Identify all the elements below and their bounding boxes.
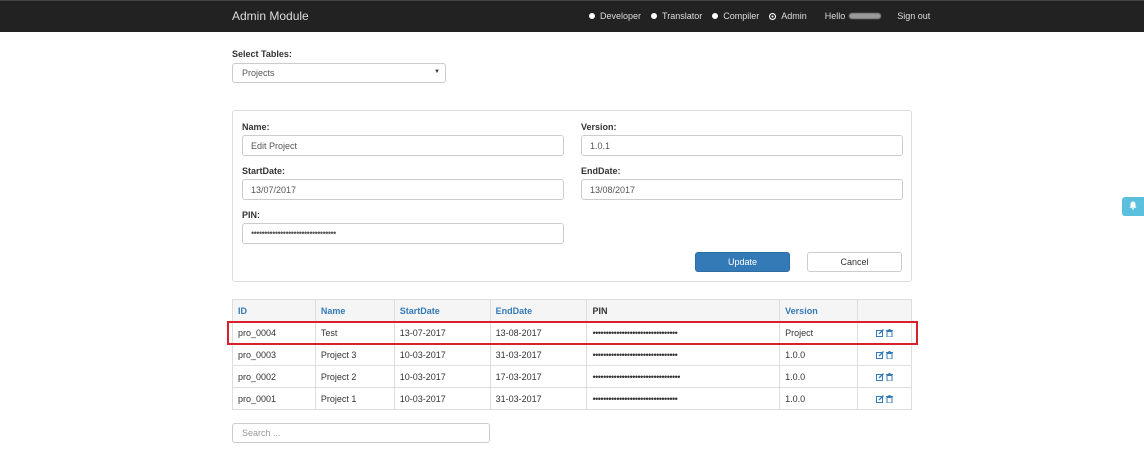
header-pin: PIN xyxy=(586,299,781,322)
cell-version: 1.0.0 xyxy=(779,343,859,366)
role-compiler[interactable]: Compiler xyxy=(712,11,759,21)
radio-translator[interactable] xyxy=(651,13,658,19)
header-id[interactable]: ID xyxy=(232,299,316,322)
top-navbar: Admin Module Developer Translator Compil… xyxy=(0,0,1144,32)
cell-enddate: 13-08-2017 xyxy=(489,321,588,344)
edit-icon[interactable] xyxy=(876,373,884,381)
brand-title: Admin Module xyxy=(232,9,309,23)
cell-startdate: 10-03-2017 xyxy=(393,387,491,410)
hello-text: Hello xyxy=(824,11,846,21)
cell-pin: ••••••••••••••••••••••••••••••••• xyxy=(586,365,781,388)
end-date-value: 13/08/2017 xyxy=(590,185,636,195)
nav-right: Developer Translator Compiler Admin Hell… xyxy=(589,11,930,21)
name-label: Name: xyxy=(242,122,270,132)
header-actions xyxy=(857,299,912,322)
trash-icon[interactable] xyxy=(886,373,894,381)
header-name[interactable]: Name xyxy=(314,299,395,322)
sign-out-link[interactable]: Sign out xyxy=(897,11,930,21)
edit-icon[interactable] xyxy=(876,351,884,359)
cell-version: Project xyxy=(779,321,859,344)
cell-name: Test xyxy=(314,321,395,344)
cell-id: pro_0003 xyxy=(232,343,316,366)
edit-icon[interactable] xyxy=(876,329,884,337)
edit-project-panel: Name: Edit Project Version: 1.0.1 StartD… xyxy=(232,110,912,282)
trash-icon[interactable] xyxy=(886,329,894,337)
trash-icon[interactable] xyxy=(886,351,894,359)
cell-name: Project 3 xyxy=(314,343,395,366)
radio-admin[interactable] xyxy=(769,12,777,20)
cell-startdate: 10-03-2017 xyxy=(393,343,491,366)
cell-actions xyxy=(857,343,912,366)
cell-id: pro_0001 xyxy=(232,387,316,410)
redacted-username xyxy=(849,13,882,19)
role-label: Developer xyxy=(600,11,642,21)
hello-user: Hello xyxy=(825,11,882,21)
cell-enddate: 17-03-2017 xyxy=(489,365,588,388)
table-header-row: ID Name StartDate EndDate PIN Version xyxy=(232,299,912,322)
cell-actions xyxy=(857,365,912,388)
cell-enddate: 31-03-2017 xyxy=(489,343,588,366)
caret-down-icon: ▼ xyxy=(434,69,440,75)
pin-label: PIN: xyxy=(242,210,260,220)
trash-icon[interactable] xyxy=(886,395,894,403)
role-translator[interactable]: Translator xyxy=(651,11,702,21)
cell-id: pro_0004 xyxy=(232,321,316,344)
version-value: 1.0.1 xyxy=(590,141,611,151)
cell-pin: •••••••••••••••••••••••••••••••• xyxy=(586,321,781,344)
role-developer[interactable]: Developer xyxy=(589,11,641,21)
version-label: Version: xyxy=(581,122,617,132)
radio-compiler[interactable] xyxy=(712,13,719,19)
role-label: Translator xyxy=(662,11,703,21)
cell-actions xyxy=(857,321,912,344)
pin-input[interactable]: •••••••••••••••••••••••••••••••• xyxy=(242,223,564,244)
select-tables-value: Projects xyxy=(242,68,275,78)
table-row: pro_0001 Project 1 10-03-2017 31-03-2017… xyxy=(232,387,912,410)
search-input[interactable] xyxy=(232,423,490,443)
select-tables-dropdown[interactable]: Projects ▼ xyxy=(232,63,446,83)
cell-startdate: 13-07-2017 xyxy=(393,321,491,344)
cell-id: pro_0002 xyxy=(232,365,316,388)
role-admin[interactable]: Admin xyxy=(769,11,807,21)
end-date-input[interactable]: 13/08/2017 xyxy=(581,179,903,200)
cell-actions xyxy=(857,387,912,410)
name-input[interactable]: Edit Project xyxy=(242,135,564,156)
cell-startdate: 10-03-2017 xyxy=(393,365,491,388)
pin-value: •••••••••••••••••••••••••••••••• xyxy=(251,228,336,238)
cancel-button[interactable]: Cancel xyxy=(807,252,902,272)
table-row: pro_0003 Project 3 10-03-2017 31-03-2017… xyxy=(232,343,912,366)
header-version[interactable]: Version xyxy=(779,299,859,322)
select-tables-label: Select Tables: xyxy=(232,49,292,59)
start-date-label: StartDate: xyxy=(242,166,286,176)
update-button[interactable]: Update xyxy=(695,252,790,272)
header-enddate[interactable]: EndDate xyxy=(489,299,588,322)
cell-version: 1.0.0 xyxy=(779,387,859,410)
start-date-input[interactable]: 13/07/2017 xyxy=(242,179,564,200)
table-row: pro_0004 Test 13-07-2017 13-08-2017 ••••… xyxy=(232,321,912,344)
radio-developer[interactable] xyxy=(589,13,595,19)
role-label: Compiler xyxy=(723,11,760,21)
end-date-label: EndDate: xyxy=(581,166,621,176)
header-startdate[interactable]: StartDate xyxy=(393,299,491,322)
table-row: pro_0002 Project 2 10-03-2017 17-03-2017… xyxy=(232,365,912,388)
bell-icon xyxy=(1129,201,1137,212)
notification-button[interactable] xyxy=(1122,197,1144,216)
cell-pin: •••••••••••••••••••••••••••••••• xyxy=(586,387,781,410)
cell-version: 1.0.0 xyxy=(779,365,859,388)
role-label: Admin xyxy=(781,11,807,21)
projects-table: ID Name StartDate EndDate PIN Version pr… xyxy=(232,299,912,410)
cell-pin: •••••••••••••••••••••••••••••••• xyxy=(586,343,781,366)
name-value: Edit Project xyxy=(251,141,298,151)
version-input[interactable]: 1.0.1 xyxy=(581,135,903,156)
edit-icon[interactable] xyxy=(876,395,884,403)
start-date-value: 13/07/2017 xyxy=(251,185,297,195)
cell-name: Project 2 xyxy=(314,365,395,388)
cell-name: Project 1 xyxy=(314,387,395,410)
cell-enddate: 31-03-2017 xyxy=(489,387,588,410)
